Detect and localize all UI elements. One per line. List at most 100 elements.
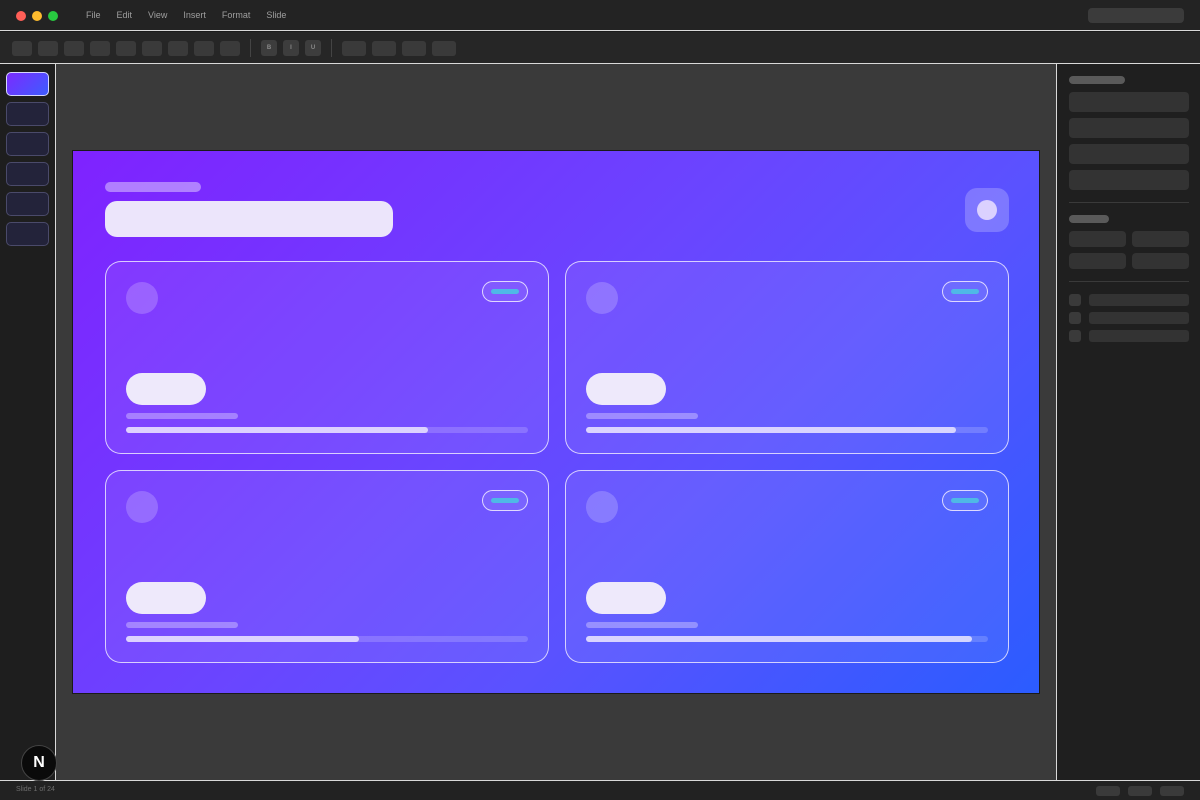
slide-kicker-placeholder[interactable]: [105, 182, 201, 192]
metric-card-1[interactable]: [105, 261, 549, 454]
progress-fill: [586, 427, 956, 433]
slide-canvas: [56, 64, 1056, 780]
slide[interactable]: [72, 150, 1040, 694]
card-label-placeholder: [126, 413, 238, 419]
card-tag: [942, 490, 988, 511]
slide-thumbnail-4[interactable]: [6, 162, 49, 186]
card-label-placeholder: [586, 622, 698, 628]
inspector-section-heading: [1069, 76, 1125, 84]
card-icon-placeholder: [126, 491, 158, 523]
toolbar-divider: [331, 39, 332, 57]
card-tag: [942, 281, 988, 302]
circle-icon: [977, 200, 997, 220]
inspector-panel: [1056, 64, 1200, 780]
slide-counter: Slide 1 of 24: [16, 786, 55, 793]
toolbar-divider: [250, 39, 251, 57]
toolbar-button-9[interactable]: [220, 41, 240, 56]
progress-track: [586, 427, 988, 433]
toolbar-button-1[interactable]: [12, 41, 32, 56]
tag-bar: [491, 289, 519, 294]
maximize-window-button[interactable]: [48, 11, 58, 21]
slide-thumbnail-6[interactable]: [6, 222, 49, 246]
slide-thumbnail-panel: [0, 64, 56, 780]
bold-button[interactable]: B: [261, 40, 277, 56]
menu-insert[interactable]: Insert: [183, 10, 206, 20]
inspector-divider: [1069, 281, 1189, 282]
toolbar: B I U: [0, 32, 1200, 64]
metric-card-2[interactable]: [565, 261, 1009, 454]
slide-thumbnail-3[interactable]: [6, 132, 49, 156]
menu-format[interactable]: Format: [222, 10, 251, 20]
inspector-field-3[interactable]: [1069, 144, 1189, 164]
slide-thumbnail-1[interactable]: [6, 72, 49, 96]
toolbar-button-3[interactable]: [64, 41, 84, 56]
presentation-app: File Edit View Insert Format Slide B I U: [0, 0, 1200, 800]
inspector-input-y[interactable]: [1132, 231, 1189, 247]
menu-view[interactable]: View: [148, 10, 167, 20]
inspector-divider: [1069, 202, 1189, 203]
card-icon-placeholder: [586, 282, 618, 314]
inspector-field-1[interactable]: [1069, 92, 1189, 112]
menu-slide[interactable]: Slide: [266, 10, 286, 20]
inspector-input-h[interactable]: [1132, 253, 1189, 269]
progress-fill: [586, 636, 972, 642]
toolbar-button-7[interactable]: [168, 41, 188, 56]
tag-bar: [951, 498, 979, 503]
progress-track: [126, 427, 528, 433]
menu-edit[interactable]: Edit: [117, 10, 133, 20]
inspector-input-x[interactable]: [1069, 231, 1126, 247]
toolbar-button-2[interactable]: [38, 41, 58, 56]
metric-card-3[interactable]: [105, 470, 549, 663]
toolbar-button-5[interactable]: [116, 41, 136, 56]
slide-thumbnail-2[interactable]: [6, 102, 49, 126]
progress-fill: [126, 427, 428, 433]
inspector-option-1: [1089, 294, 1189, 306]
inspector-field-4[interactable]: [1069, 170, 1189, 190]
inspector-option-3: [1089, 330, 1189, 342]
progress-track: [126, 636, 528, 642]
toolbar-button-4[interactable]: [90, 41, 110, 56]
toolbar-button-6[interactable]: [142, 41, 162, 56]
toolbar-button-8[interactable]: [194, 41, 214, 56]
inspector-field-2[interactable]: [1069, 118, 1189, 138]
toolbar-button-11[interactable]: [372, 41, 396, 56]
card-tag: [482, 490, 528, 511]
slide-title-placeholder[interactable]: [105, 201, 393, 237]
progress-fill: [126, 636, 360, 642]
title-bar: File Edit View Insert Format Slide: [0, 0, 1200, 31]
inspector-checkbox-1[interactable]: [1069, 294, 1081, 306]
card-icon-placeholder: [126, 282, 158, 314]
italic-button[interactable]: I: [283, 40, 299, 56]
inspector-input-w[interactable]: [1069, 253, 1126, 269]
card-tag: [482, 281, 528, 302]
toolbar-button-10[interactable]: [342, 41, 366, 56]
app-logo[interactable]: N: [21, 745, 57, 781]
toolbar-button-13[interactable]: [432, 41, 456, 56]
inspector-option-2: [1089, 312, 1189, 324]
inspector-section-heading: [1069, 215, 1109, 223]
progress-track: [586, 636, 988, 642]
view-button-1[interactable]: [1096, 786, 1120, 796]
menu-file[interactable]: File: [86, 10, 101, 20]
underline-button[interactable]: U: [305, 40, 321, 56]
slide-thumbnail-5[interactable]: [6, 192, 49, 216]
menu-bar: File Edit View Insert Format Slide: [86, 10, 302, 20]
toolbar-button-12[interactable]: [402, 41, 426, 56]
view-button-2[interactable]: [1128, 786, 1152, 796]
inspector-checkbox-2[interactable]: [1069, 312, 1081, 324]
card-label-placeholder: [126, 622, 238, 628]
card-icon-placeholder: [586, 491, 618, 523]
inspector-checkbox-3[interactable]: [1069, 330, 1081, 342]
close-window-button[interactable]: [16, 11, 26, 21]
slide-logo-badge[interactable]: [965, 188, 1009, 232]
zoom-button[interactable]: [1160, 786, 1184, 796]
status-bar: Slide 1 of 24: [0, 780, 1200, 800]
card-value-placeholder: [586, 373, 666, 405]
card-value-placeholder: [126, 582, 206, 614]
card-label-placeholder: [586, 413, 698, 419]
tag-bar: [491, 498, 519, 503]
card-value-placeholder: [586, 582, 666, 614]
metric-card-4[interactable]: [565, 470, 1009, 663]
search-field[interactable]: [1088, 8, 1184, 23]
minimize-window-button[interactable]: [32, 11, 42, 21]
